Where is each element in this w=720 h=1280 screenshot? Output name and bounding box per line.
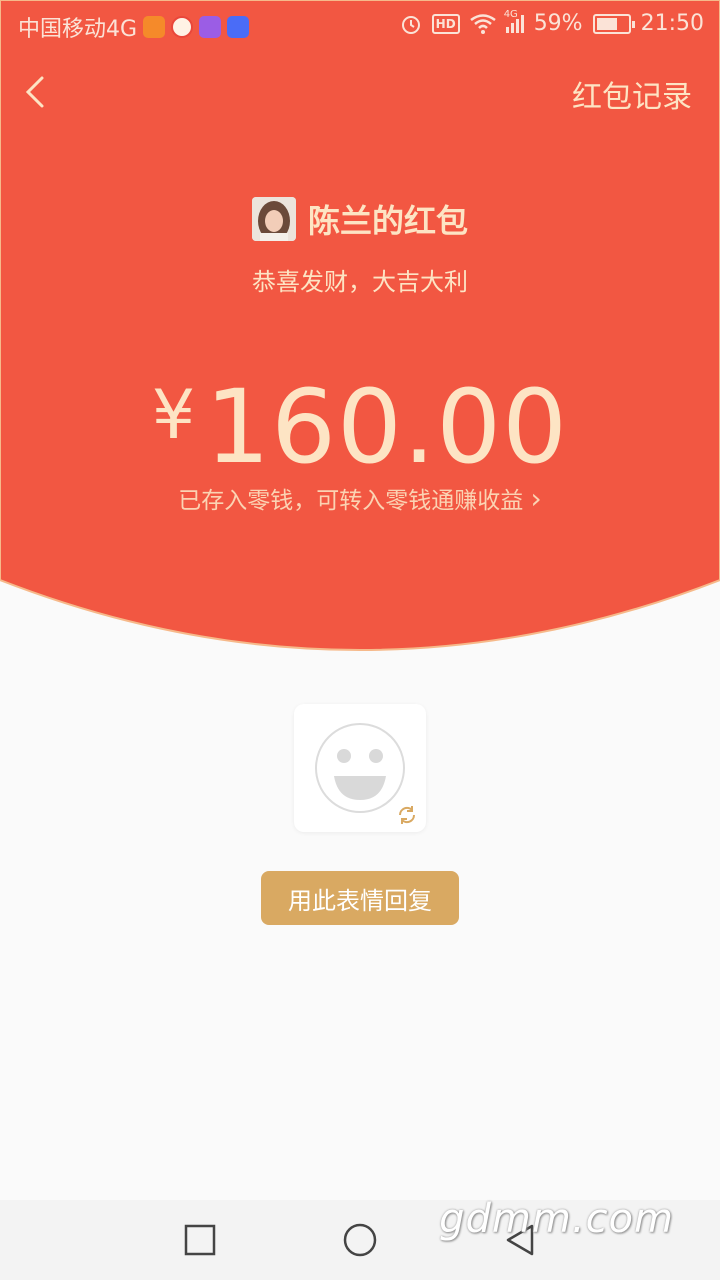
home-circle-icon[interactable] [342, 1222, 378, 1258]
recent-apps-square-icon[interactable] [182, 1222, 218, 1258]
reply-with-sticker-button[interactable]: 用此表情回复 [261, 871, 459, 925]
currency-symbol: ¥ [151, 376, 196, 455]
weibo-notification-icon [171, 16, 194, 38]
signal-indicator: 4G [504, 9, 524, 33]
sticker-card[interactable] [294, 704, 426, 832]
app-notification-icon [143, 16, 166, 38]
battery-percent: 59% [533, 11, 583, 36]
hd-badge: HD [431, 13, 460, 34]
watermark-text: gdmm.com [439, 1196, 674, 1242]
greeting-text: 恭喜发财，大吉大利 [252, 268, 468, 296]
status-bar: 中国移动4G HD 4G 59% 21:50 [0, 0, 720, 50]
video-app-notification-icon [199, 16, 222, 38]
network-type-label: 4G [503, 8, 518, 20]
savings-text: 已存入零钱，可转入零钱通赚收益 [178, 488, 524, 514]
sender-name: 陈兰的红包 [307, 202, 468, 240]
savings-link[interactable]: 已存入零钱，可转入零钱通赚收益 › [0, 481, 720, 515]
red-packet-records-link[interactable]: 红包记录 [572, 72, 692, 116]
sender-avatar [251, 197, 296, 241]
carrier-label: 中国移动4G [18, 17, 138, 42]
alarm-icon [401, 15, 420, 34]
sender-row: 陈兰的红包 [0, 196, 720, 242]
chevron-right-icon: › [530, 482, 542, 515]
wifi-icon [469, 13, 496, 34]
clock: 21:50 [640, 11, 704, 36]
share-app-notification-icon [227, 16, 250, 38]
refresh-icon[interactable] [396, 804, 418, 826]
battery-icon [592, 13, 635, 34]
amount-display: ¥160.00 [0, 368, 720, 487]
back-button[interactable] [18, 70, 58, 114]
chevron-left-icon [25, 76, 44, 108]
amount-value: 160.00 [205, 368, 569, 487]
